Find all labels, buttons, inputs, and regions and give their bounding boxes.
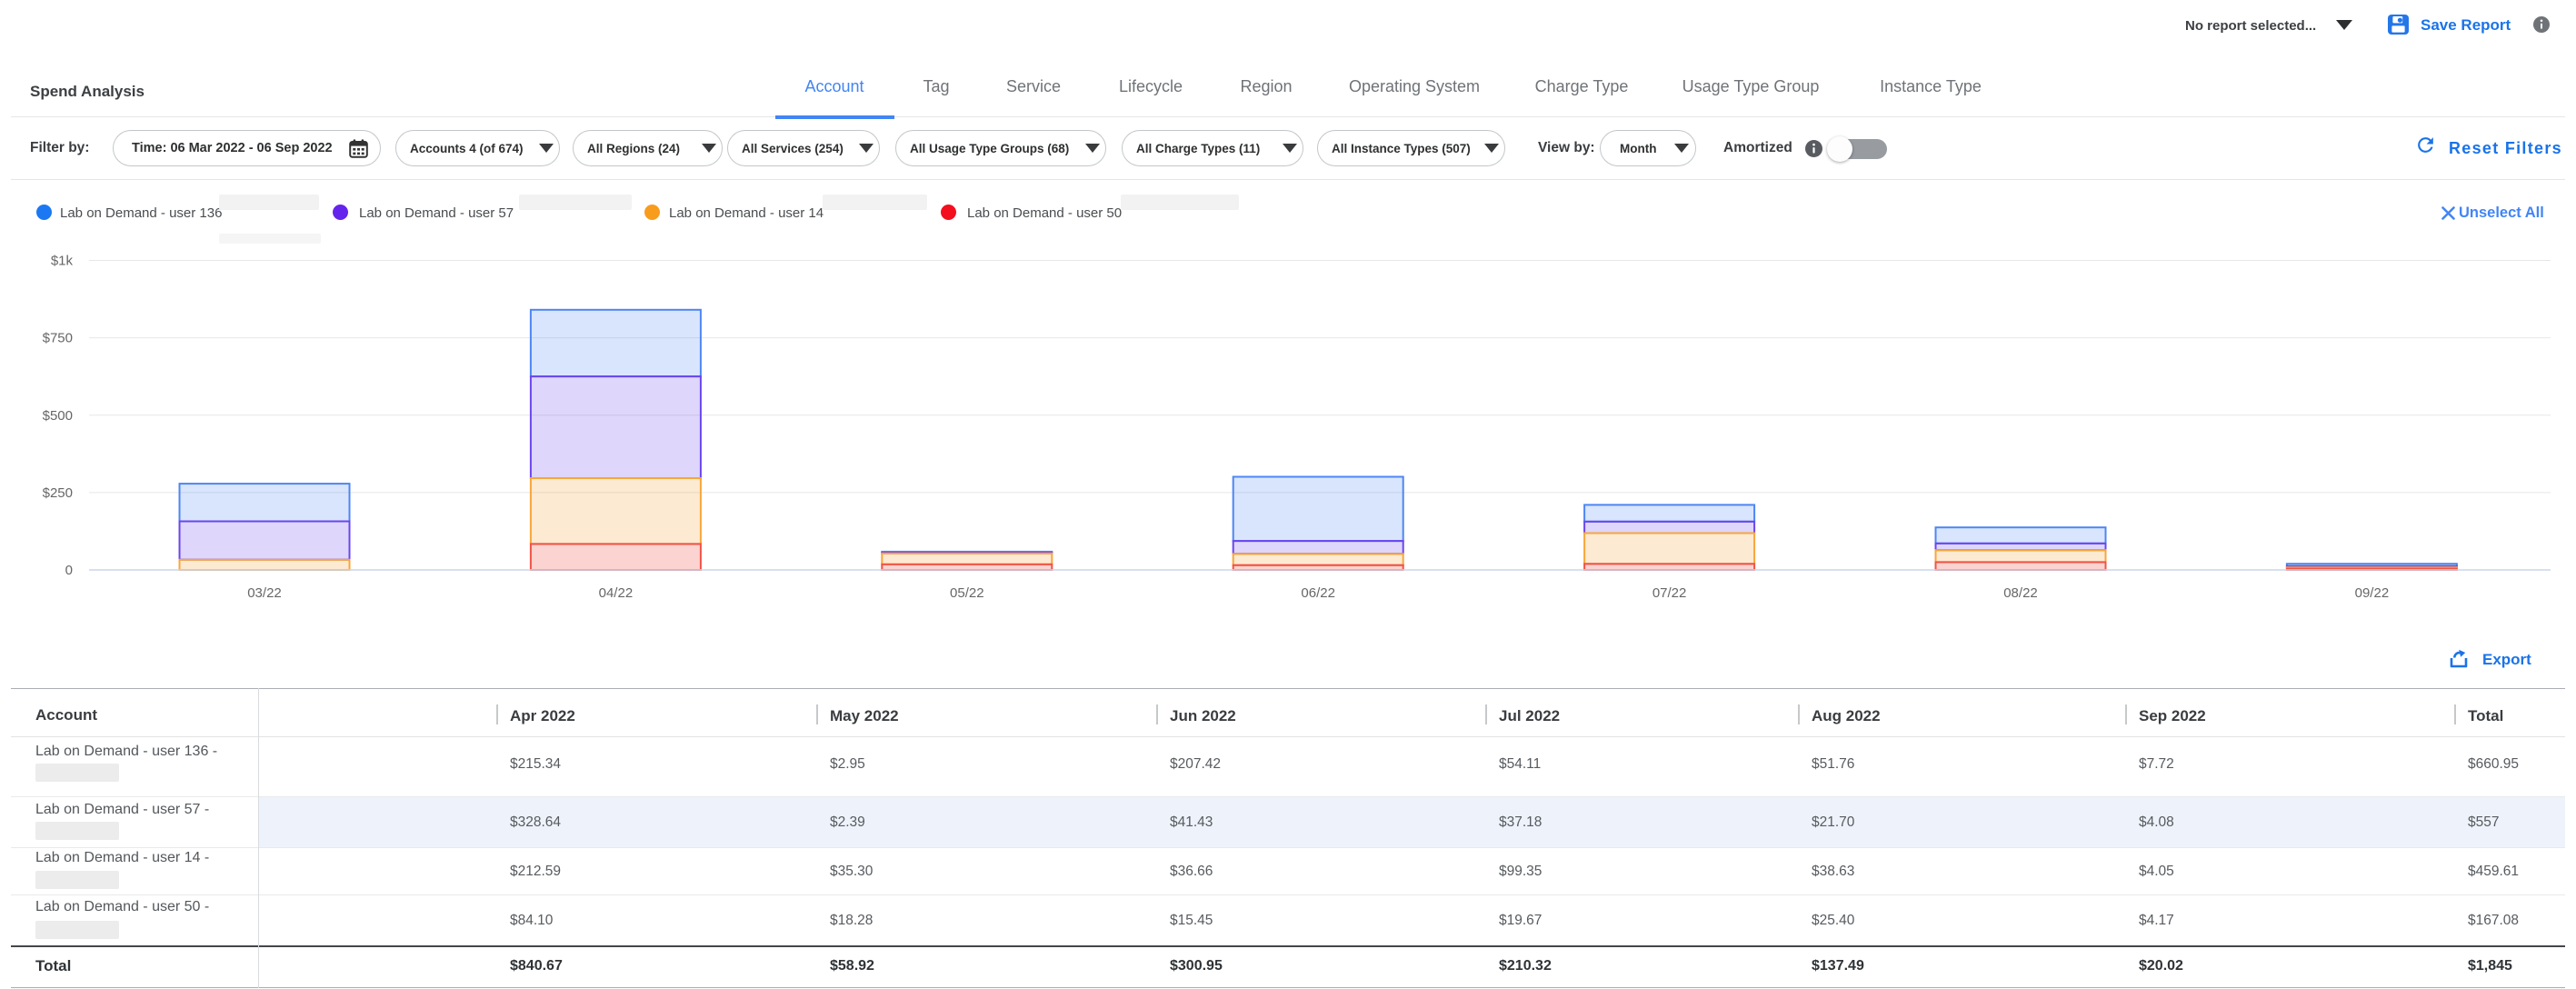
svg-text:0: 0 — [65, 563, 73, 578]
svg-text:08/22: 08/22 — [2003, 585, 2038, 601]
svg-text:$750: $750 — [43, 331, 73, 346]
svg-text:04/22: 04/22 — [599, 585, 634, 601]
svg-text:$250: $250 — [43, 485, 73, 501]
svg-text:$500: $500 — [43, 408, 73, 424]
svg-text:05/22: 05/22 — [950, 585, 984, 601]
svg-text:06/22: 06/22 — [1301, 585, 1335, 601]
svg-text:03/22: 03/22 — [247, 585, 282, 601]
svg-text:07/22: 07/22 — [1652, 585, 1687, 601]
svg-text:09/22: 09/22 — [2355, 585, 2390, 601]
svg-text:$1k: $1k — [51, 254, 74, 269]
